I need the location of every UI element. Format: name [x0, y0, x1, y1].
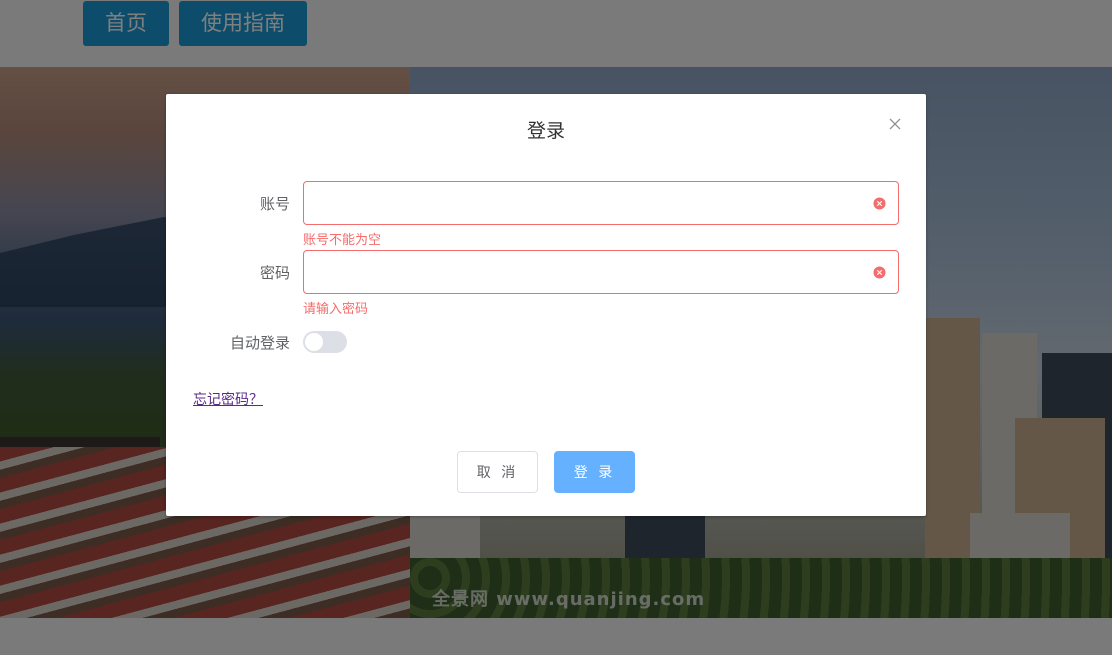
close-button[interactable] — [886, 115, 904, 133]
auto-login-switch[interactable] — [303, 331, 347, 353]
forgot-password-link[interactable]: 忘记密码？ — [193, 389, 263, 409]
account-error-message: 账号不能为空 — [303, 233, 382, 248]
password-label: 密码 — [259, 264, 290, 282]
cancel-button[interactable]: 取 消 — [457, 451, 538, 493]
password-error-message: 请输入密码 — [303, 302, 369, 317]
account-label: 账号 — [259, 195, 290, 213]
password-input[interactable] — [304, 251, 864, 293]
circle-close-icon[interactable] — [873, 266, 886, 279]
login-button[interactable]: 登 录 — [554, 451, 635, 493]
switch-knob — [305, 333, 323, 351]
dialog-title: 登录 — [526, 120, 565, 142]
account-input-wrapper — [303, 181, 899, 225]
login-dialog: 登录 账号 账号不能为空 密码 请输入密码 自动登录 忘记密码？ 取 消 登 录 — [166, 94, 926, 516]
circle-close-icon[interactable] — [873, 197, 886, 210]
auto-login-label: 自动登录 — [229, 334, 290, 352]
password-input-wrapper — [303, 250, 899, 294]
account-input[interactable] — [304, 182, 864, 224]
close-icon — [889, 118, 901, 130]
